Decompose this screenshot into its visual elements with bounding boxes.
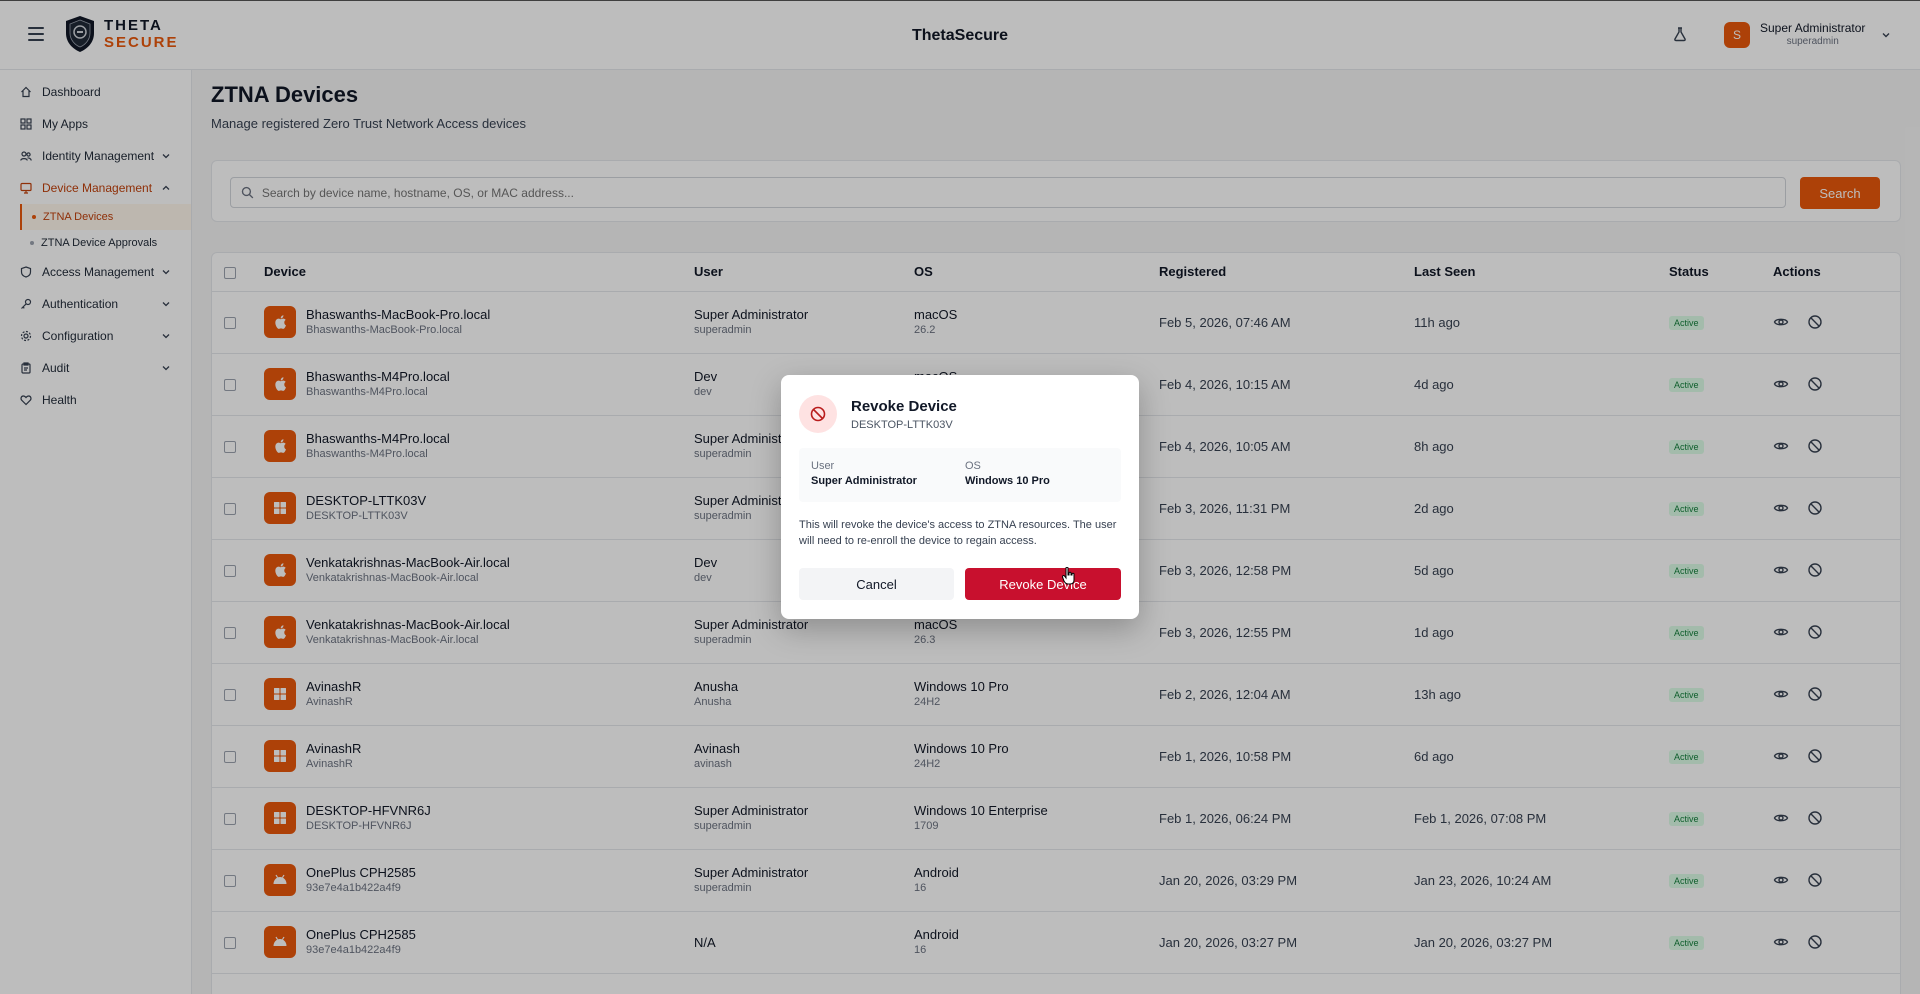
revoke-device-dialog: Revoke Device DESKTOP-LTTK03V User Super… bbox=[781, 375, 1139, 619]
mouse-pointer-icon bbox=[1061, 566, 1076, 590]
cancel-button[interactable]: Cancel bbox=[799, 568, 954, 600]
info-user-value: Super Administrator bbox=[811, 475, 917, 487]
dialog-subtitle: DESKTOP-LTTK03V bbox=[851, 419, 953, 431]
dialog-message: This will revoke the device's access to … bbox=[799, 519, 1117, 547]
revoke-device-button[interactable]: Revoke Device bbox=[965, 568, 1121, 600]
info-user-label: User bbox=[811, 460, 835, 472]
ban-icon bbox=[799, 395, 837, 433]
info-os-label: OS bbox=[965, 460, 981, 472]
info-os-value: Windows 10 Pro bbox=[965, 475, 1050, 487]
dialog-title: Revoke Device bbox=[851, 398, 957, 415]
dialog-info-panel: User Super Administrator OS Windows 10 P… bbox=[799, 448, 1121, 502]
